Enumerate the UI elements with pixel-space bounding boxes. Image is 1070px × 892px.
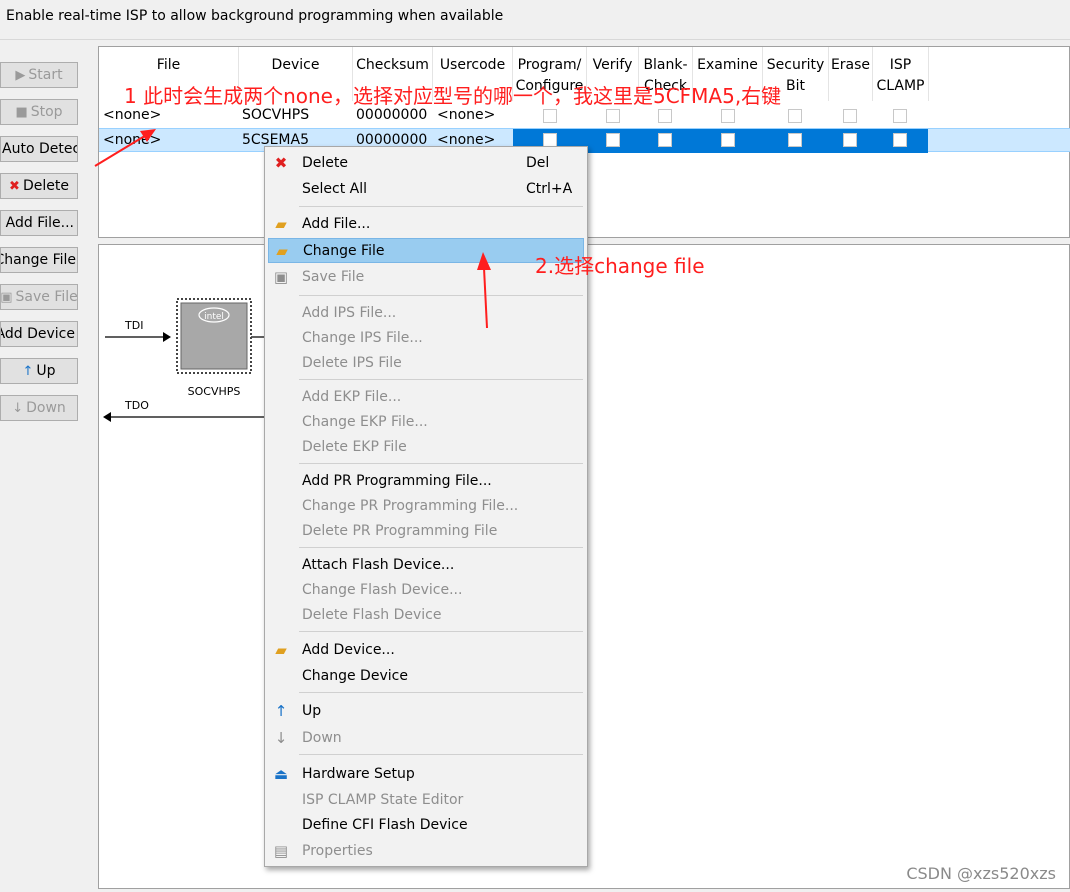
- annotation-arrow-2: [483, 267, 488, 329]
- csdn-watermark: CSDN @xzs520xzs: [906, 864, 1056, 883]
- annotation-arrowhead-1-icon: [140, 129, 156, 142]
- annotation-arrow-1: [94, 133, 149, 167]
- annotation-step-1: 1 此时会生成两个none，选择对应型号的哪一个，我这里是5CFMA5,右键: [124, 84, 782, 108]
- annotation-arrowhead-2-icon: [477, 252, 491, 270]
- annotation-overlay: [94, 129, 491, 329]
- annotation-step-2: 2.选择change file: [535, 254, 705, 278]
